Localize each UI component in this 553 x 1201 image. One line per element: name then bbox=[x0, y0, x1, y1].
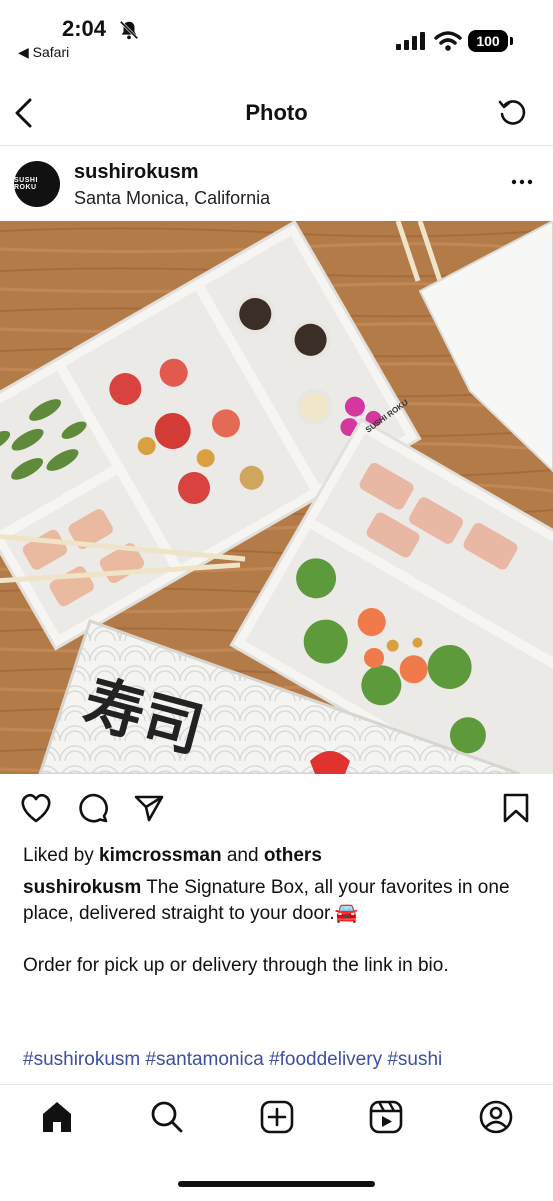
comment-icon[interactable] bbox=[77, 792, 109, 824]
post-caption: sushirokusm The Signature Box, all your … bbox=[23, 875, 535, 979]
post-hashtags[interactable]: #sushirokusm #santamonica #fooddelivery … bbox=[23, 1047, 535, 1083]
page-title: Photo bbox=[245, 100, 308, 125]
likes-and: and bbox=[221, 845, 264, 866]
post-photo[interactable]: 寿司 SUSHI ROKU bbox=[0, 221, 553, 774]
post-location[interactable]: Santa Monica, California bbox=[74, 188, 270, 209]
reels-icon[interactable] bbox=[369, 1100, 403, 1134]
avatar-logo: SUSHI ROKU bbox=[14, 177, 38, 191]
likes-line: Liked by kimcrossman and others bbox=[23, 845, 322, 867]
share-icon[interactable] bbox=[133, 792, 165, 824]
signal-icon bbox=[396, 32, 425, 50]
refresh-icon[interactable] bbox=[497, 97, 529, 129]
create-icon[interactable] bbox=[260, 1100, 294, 1134]
status-time: 2:04 bbox=[62, 16, 107, 41]
profile-icon[interactable] bbox=[479, 1100, 513, 1134]
caption-username[interactable]: sushirokusm bbox=[23, 877, 141, 898]
back-to-safari[interactable]: ◀ Safari bbox=[18, 44, 69, 61]
battery-indicator: 100 bbox=[468, 30, 513, 52]
likes-others[interactable]: others bbox=[264, 845, 322, 866]
liked-by-user[interactable]: kimcrossman bbox=[99, 845, 222, 866]
bookmark-icon[interactable] bbox=[502, 792, 530, 824]
avatar[interactable]: SUSHI ROKU bbox=[14, 161, 60, 207]
likes-prefix: Liked by bbox=[23, 845, 100, 866]
home-indicator[interactable] bbox=[178, 1181, 375, 1187]
home-icon[interactable] bbox=[40, 1100, 74, 1134]
heart-icon[interactable] bbox=[19, 791, 53, 825]
caption-text-2: Order for pick up or delivery through th… bbox=[23, 955, 449, 976]
search-icon[interactable] bbox=[150, 1100, 184, 1134]
bell-muted-icon bbox=[119, 20, 139, 40]
header-divider bbox=[0, 145, 553, 146]
wifi-icon bbox=[434, 31, 462, 51]
more-options-icon[interactable] bbox=[510, 170, 534, 194]
post-username[interactable]: sushirokusm bbox=[74, 161, 198, 184]
